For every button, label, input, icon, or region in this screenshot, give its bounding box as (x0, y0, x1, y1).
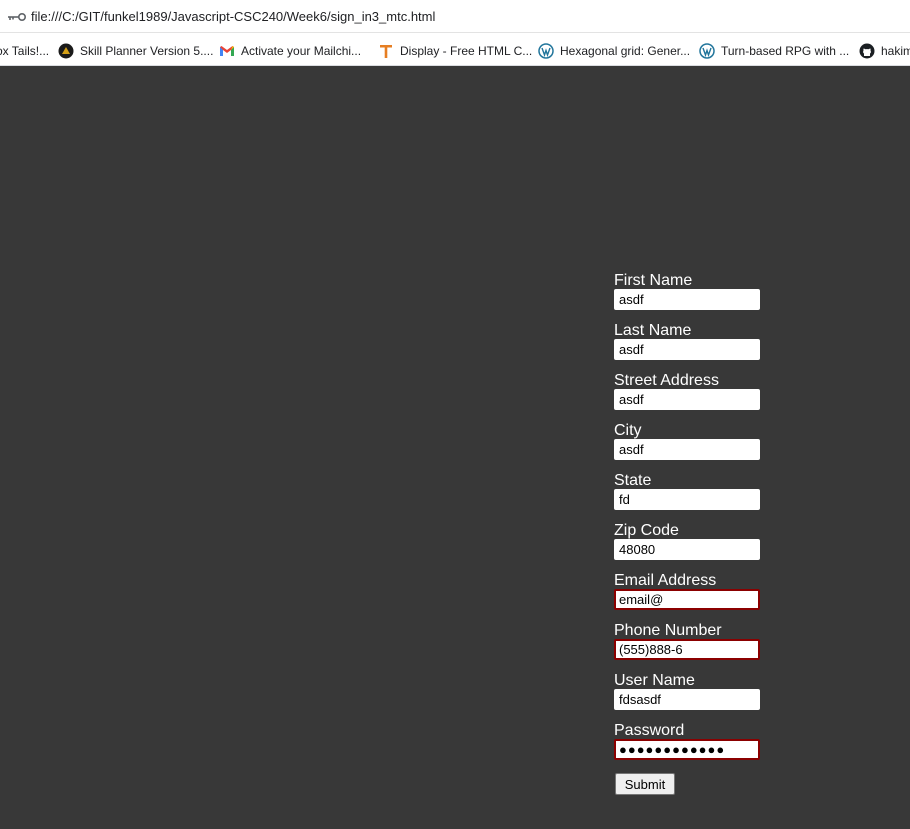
zip-code-label: Zip Code (614, 522, 679, 539)
phone-number-input[interactable] (614, 639, 760, 660)
bookmark-label: ox Tails!... (0, 44, 50, 58)
last-name-field: Last Name (614, 322, 774, 372)
bookmark-label: Hexagonal grid: Gener... (560, 44, 691, 58)
city-label: City (614, 422, 642, 439)
first-name-field: First Name (614, 272, 774, 322)
wordpress-icon (699, 43, 715, 59)
street-address-label: Street Address (614, 372, 719, 389)
state-field: State (614, 472, 774, 522)
address-bar[interactable]: file:///C:/GIT/funkel1989/Javascript-CSC… (0, 0, 910, 33)
page-content: First Name Last Name Street Address City… (0, 66, 910, 829)
phone-number-label: Phone Number (614, 622, 722, 639)
last-name-input[interactable] (614, 339, 760, 360)
bookmarks-bar: ox Tails!... Skill Planner Version 5....… (0, 33, 910, 66)
password-field: Password (614, 722, 774, 772)
submit-button[interactable]: Submit (615, 773, 675, 795)
phone-number-field: Phone Number (614, 622, 774, 672)
bookmark-display[interactable]: Display - Free HTML C... (378, 42, 532, 60)
first-name-input[interactable] (614, 289, 760, 310)
state-label: State (614, 472, 652, 489)
user-name-input[interactable] (614, 689, 760, 710)
github-icon (859, 43, 875, 59)
password-label: Password (614, 722, 685, 739)
bookmark-label: Display - Free HTML C... (400, 44, 533, 58)
bookmark-ox-tails[interactable]: ox Tails!... (0, 42, 49, 60)
street-address-input[interactable] (614, 389, 760, 410)
city-field: City (614, 422, 774, 472)
password-input[interactable] (614, 739, 760, 760)
t-icon (380, 45, 392, 58)
bookmark-turn-based-rpg[interactable]: Turn-based RPG with ... (699, 42, 849, 60)
bookmark-skill-planner[interactable]: Skill Planner Version 5.... (58, 42, 213, 60)
gmail-icon (220, 46, 234, 56)
email-address-field: Email Address (614, 572, 774, 622)
bookmark-hexagonal-grid[interactable]: Hexagonal grid: Gener... (538, 42, 690, 60)
zip-code-input[interactable] (614, 539, 760, 560)
url-text[interactable]: file:///C:/GIT/funkel1989/Javascript-CSC… (31, 9, 435, 24)
user-name-field: User Name (614, 672, 774, 722)
bookmark-label: Turn-based RPG with ... (721, 44, 850, 58)
email-address-label: Email Address (614, 572, 717, 589)
bookmark-label: Activate your Mailchi... (241, 44, 362, 58)
zip-code-field: Zip Code (614, 522, 774, 572)
first-name-label: First Name (614, 272, 693, 289)
last-name-label: Last Name (614, 322, 692, 339)
bookmark-hakim[interactable]: hakim (859, 42, 910, 60)
bookmark-mailchimp[interactable]: Activate your Mailchi... (219, 42, 361, 60)
state-input[interactable] (614, 489, 760, 510)
bookmark-label: Skill Planner Version 5.... (80, 44, 214, 58)
user-name-label: User Name (614, 672, 695, 689)
wordpress-icon (538, 43, 554, 59)
key-icon (8, 12, 27, 22)
bookmark-label: hakim (881, 44, 910, 58)
sign-up-form: First Name Last Name Street Address City… (614, 272, 774, 795)
city-input[interactable] (614, 439, 760, 460)
street-address-field: Street Address (614, 372, 774, 422)
email-address-input[interactable] (614, 589, 760, 610)
skill-planner-icon (58, 43, 74, 59)
